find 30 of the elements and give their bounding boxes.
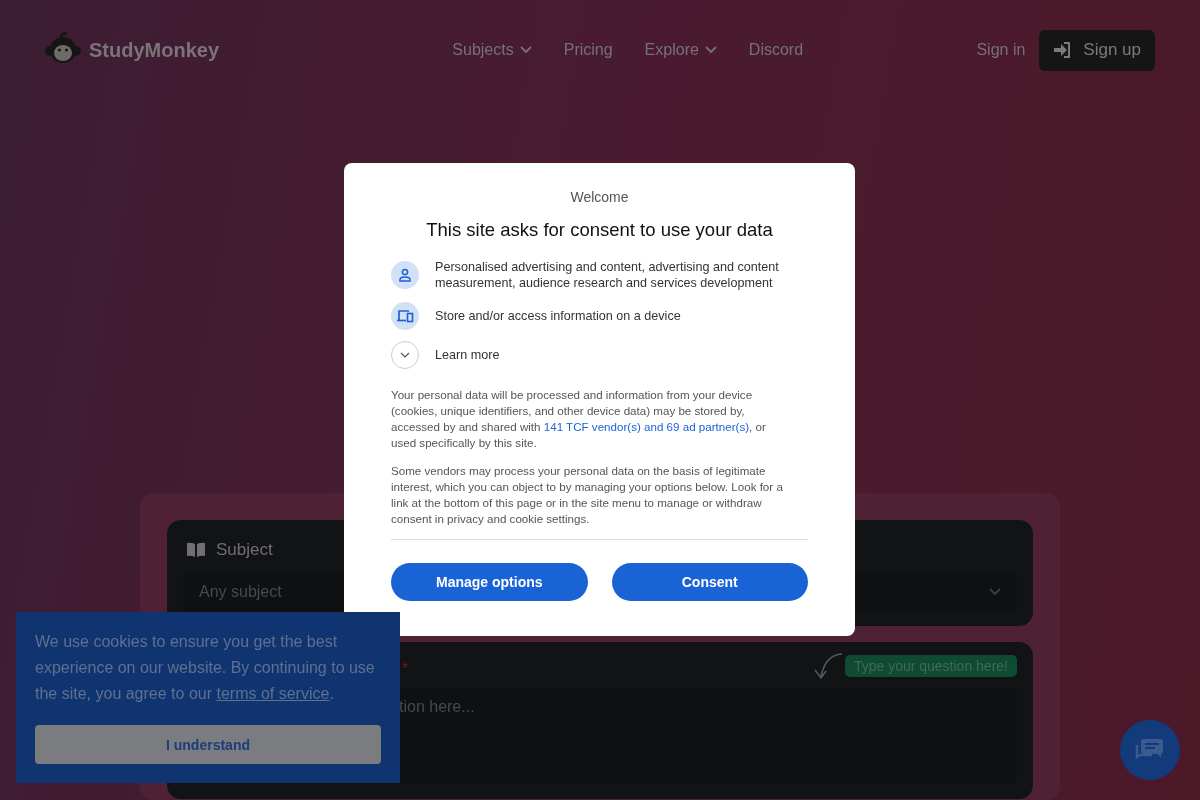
devices-icon [396,309,414,323]
nav-link[interactable]: Pricing [563,41,613,59]
chevron-down-icon [519,46,532,54]
chat-button[interactable] [1120,720,1180,780]
brand-name: StudyMonkey [89,38,220,62]
manage-options-button[interactable]: Manage options [391,563,588,601]
learn-more-label: Learn more [435,347,500,363]
chevron-down-icon [400,352,410,358]
subject-label: Subject [216,540,273,560]
chevron-down-icon [704,46,717,54]
dialog-title: This site asks for consent to use your data [425,219,774,241]
consent-button[interactable]: Consent [611,563,808,601]
sign-up-button[interactable]: Sign up [1039,29,1155,71]
purpose-text: Personalised advertising and content, advertising and content measurement, audience research and services development [435,259,780,291]
book-icon [186,542,206,558]
required-mark: * [402,660,409,678]
nav-link[interactable]: Discord [748,41,804,59]
consent-paragraph: Some vendors may process your personal data on the basis of legitimate interest, which you can object to by managing your options below. Look for a link at the bottom of this page or in the site menu to manage or withdraw consent in privacy and cookie settings. [391,463,784,527]
i-understand-button[interactable]: I understand [35,725,381,764]
purpose-text: Store and/or access information on a device [435,308,681,324]
sign-in-arrow-icon [1053,42,1072,58]
terms-link[interactable]: terms of service [216,685,330,702]
dialog-eyebrow: Welcome [569,189,630,205]
expand-button[interactable] [391,341,419,369]
nav-link[interactable]: Explore [644,41,717,59]
chevron-down-icon [989,588,1001,596]
sign-in-link[interactable]: Sign in [976,41,1026,59]
consent-paragraph: Your personal data will be processed and information from your device (cookies, unique identifiers, and other device data) may be stored by, accessed by and shared with 141 TCF vendor(s) and 69 ad partner(s), or used specifically by this site. [391,387,767,451]
nav-link[interactable]: Subjects [452,41,532,59]
person-icon [398,268,412,282]
